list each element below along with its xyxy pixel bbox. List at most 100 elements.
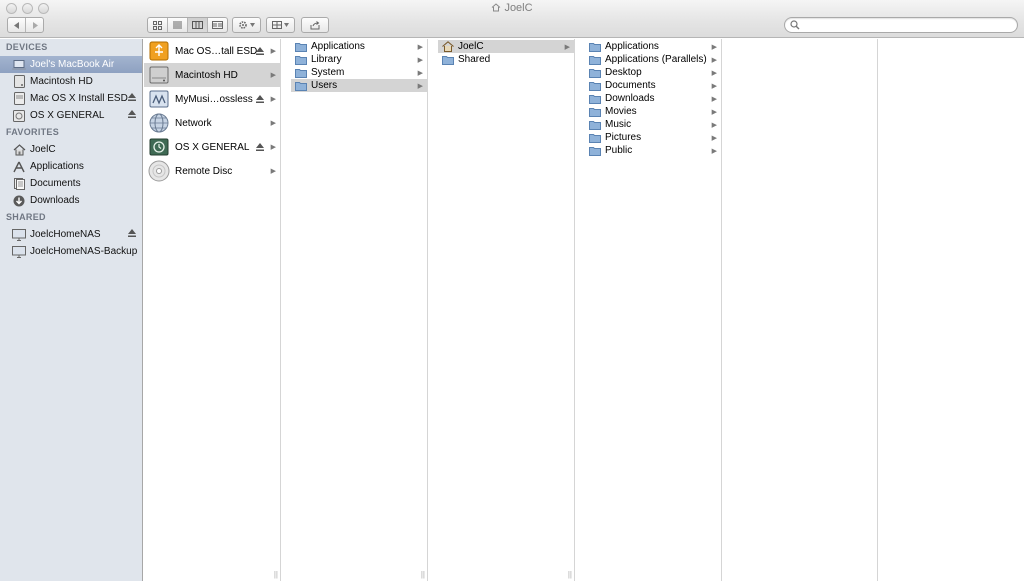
- folder-row-documents[interactable]: Documents ▶: [585, 79, 721, 92]
- folder-label: Desktop: [605, 67, 642, 78]
- eject-icon[interactable]: [128, 229, 136, 240]
- sidebar-item-label: Joel's MacBook Air: [30, 59, 115, 70]
- sidebar-item-macbook-air[interactable]: Joel's MacBook Air: [0, 56, 142, 73]
- list-view-button[interactable]: [168, 18, 188, 32]
- volume-label: Macintosh HD: [175, 69, 238, 81]
- folder-row-downloads[interactable]: Downloads ▶: [585, 92, 721, 105]
- folder-label: Downloads: [605, 93, 655, 104]
- disclosure-arrow-icon: ▶: [417, 43, 423, 51]
- sidebar: DEVICES Joel's MacBook Air Macintosh HD …: [0, 39, 143, 581]
- volume-macintosh-hd[interactable]: Macintosh HD ▶: [144, 63, 280, 87]
- sidebar-item-documents[interactable]: Documents: [0, 175, 142, 192]
- arrange-menu-button[interactable]: [266, 17, 295, 33]
- display-icon: [12, 245, 26, 259]
- folder-row-system[interactable]: System ▶: [291, 66, 427, 79]
- share-button[interactable]: [301, 17, 329, 33]
- folder-row-library[interactable]: Library ▶: [291, 53, 427, 66]
- sidebar-item-applications[interactable]: Applications: [0, 158, 142, 175]
- folder-row-applications[interactable]: Applications ▶: [291, 40, 427, 53]
- column-resize-handle[interactable]: ||: [421, 570, 425, 579]
- disclosure-arrow-icon: ▶: [270, 168, 276, 175]
- folder-icon: [589, 80, 601, 91]
- sidebar-item-mac-os-x-install-esd[interactable]: Mac OS X Install ESD: [0, 90, 142, 107]
- window-title: JoelC: [0, 2, 1024, 15]
- folder-row-applications[interactable]: Applications ▶: [585, 40, 721, 53]
- disclosure-arrow-icon: ▶: [270, 144, 276, 151]
- column-resize-handle[interactable]: ||: [568, 570, 572, 579]
- chevron-down-icon: [250, 23, 255, 27]
- eject-icon[interactable]: [128, 110, 136, 121]
- volume-mymusic-lossless[interactable]: MyMusi…ossless ▶: [144, 87, 280, 111]
- sidebar-item-joelchomenas-backup[interactable]: JoelcHomeNAS-Backup: [0, 243, 142, 260]
- volume-network[interactable]: Network ▶: [144, 111, 280, 135]
- search-field[interactable]: [784, 17, 1018, 33]
- disclosure-arrow-icon: ▶: [417, 82, 423, 90]
- disclosure-arrow-icon: ▶: [564, 43, 570, 51]
- folder-icon: [295, 80, 307, 91]
- column-resize-handle[interactable]: ||: [274, 570, 278, 579]
- hard-drive-icon: [12, 75, 26, 89]
- home-icon: [442, 41, 454, 52]
- folder-icon: [589, 41, 601, 52]
- share-seg: [302, 18, 328, 32]
- search-input[interactable]: [803, 19, 1008, 31]
- search-icon: [790, 20, 800, 30]
- disclosure-arrow-icon: ▶: [270, 96, 276, 103]
- eject-icon[interactable]: [256, 143, 264, 154]
- folder-row-shared[interactable]: Shared: [438, 53, 574, 66]
- folder-label: Pictures: [605, 132, 642, 143]
- disclosure-arrow-icon: ▶: [270, 120, 276, 127]
- folder-row-applications-parallels[interactable]: Applications (Parallels) ▶: [585, 53, 721, 66]
- sidebar-item-label: OS X GENERAL: [30, 110, 105, 121]
- sidebar-item-joelc[interactable]: JoelC: [0, 141, 142, 158]
- folder-label: Applications: [605, 41, 659, 52]
- sidebar-header-shared: SHARED: [6, 212, 46, 222]
- column-view-button[interactable]: [188, 18, 208, 32]
- volume-os-x-general[interactable]: OS X GENERAL ▶: [144, 135, 280, 159]
- folder-label: Music: [605, 119, 632, 130]
- cover-flow-button[interactable]: [208, 18, 227, 32]
- sidebar-item-joelchomenas[interactable]: JoelcHomeNAS: [0, 226, 142, 243]
- folder-row-users[interactable]: Users ▶: [291, 79, 427, 92]
- volume-mac-os-install-esd[interactable]: Mac OS…tall ESD ▶: [144, 39, 280, 63]
- laptop-icon: [12, 58, 26, 72]
- folder-icon: [589, 67, 601, 78]
- folder-icon: [589, 119, 601, 130]
- sidebar-header-favorites: FAVORITES: [6, 127, 60, 137]
- disc-icon: [148, 160, 170, 182]
- volume-remote-disc[interactable]: Remote Disc ▶: [144, 159, 280, 183]
- folder-label: Movies: [605, 106, 637, 117]
- folder-label: JoelC: [458, 41, 484, 52]
- volume-label: MyMusi…ossless: [175, 93, 253, 105]
- hard-drive-icon: [148, 64, 170, 86]
- folder-row-public[interactable]: Public ▶: [585, 144, 721, 157]
- action-menu-button[interactable]: [232, 17, 261, 33]
- disclosure-arrow-icon: ▶: [711, 69, 717, 77]
- disclosure-arrow-icon: ▶: [270, 48, 276, 55]
- sidebar-item-macintosh-hd[interactable]: Macintosh HD: [0, 73, 142, 90]
- folder-row-music[interactable]: Music ▶: [585, 118, 721, 131]
- sidebar-item-downloads[interactable]: Downloads: [0, 192, 142, 209]
- forward-button[interactable]: [26, 18, 43, 32]
- eject-icon[interactable]: [128, 93, 136, 104]
- folder-row-joelc[interactable]: JoelC ▶: [438, 40, 574, 53]
- column-empty: [878, 39, 1024, 581]
- folder-row-pictures[interactable]: Pictures ▶: [585, 131, 721, 144]
- folder-icon: [295, 54, 307, 65]
- sidebar-item-label: JoelcHomeNAS-Backup: [30, 246, 138, 257]
- folder-row-desktop[interactable]: Desktop ▶: [585, 66, 721, 79]
- disclosure-arrow-icon: ▶: [417, 56, 423, 64]
- folder-label: Library: [311, 54, 342, 65]
- back-button[interactable]: [8, 18, 26, 32]
- disclosure-arrow-icon: ▶: [417, 69, 423, 77]
- eject-icon[interactable]: [256, 95, 264, 106]
- sidebar-item-label: JoelcHomeNAS: [30, 229, 101, 240]
- sidebar-item-os-x-general[interactable]: OS X GENERAL: [0, 107, 142, 124]
- network-globe-icon: [148, 112, 170, 134]
- list-view-icon: [173, 21, 182, 29]
- icon-view-button[interactable]: [148, 18, 168, 32]
- volume-label: Remote Disc: [175, 165, 233, 177]
- network-share-icon: [148, 88, 170, 110]
- eject-icon[interactable]: [256, 47, 264, 58]
- folder-row-movies[interactable]: Movies ▶: [585, 105, 721, 118]
